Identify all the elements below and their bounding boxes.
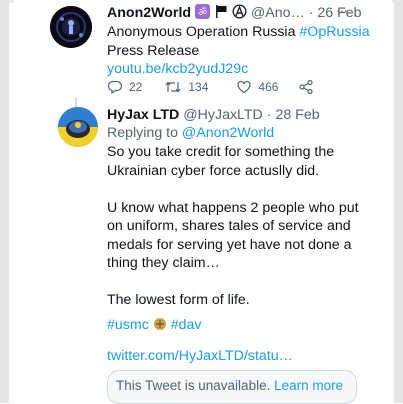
tweet1-handle[interactable]: @Ano… <box>251 5 305 21</box>
share-button[interactable] <box>298 79 320 95</box>
replying-to: Replying to @Anon2World <box>107 124 274 142</box>
like-icon <box>237 80 251 94</box>
tweet1-separator: · <box>308 5 314 21</box>
tweet2-separator: · <box>266 107 272 123</box>
right-edge <box>394 0 403 403</box>
hashtag-usmc[interactable]: #usmc <box>107 317 149 333</box>
tweet2-header: HyJax LTD @HyJaxLTD · 28 Feb <box>107 106 320 124</box>
tweet2-date[interactable]: 28 Feb <box>275 107 319 123</box>
reply-count: 22 <box>129 80 143 94</box>
anon2world-avatar[interactable] <box>50 6 92 48</box>
like-button[interactable]: 466 <box>236 79 278 95</box>
tweet2-hashtags: #usmc #dav <box>107 316 201 336</box>
om-badge-icon: ॐ <box>195 4 211 24</box>
share-icon <box>299 79 314 95</box>
retweet-button[interactable]: 134 <box>164 79 208 95</box>
tweet1-actions: 22 134 466 <box>107 78 338 96</box>
black-flag-icon <box>214 4 228 24</box>
tweet1-text: Anonymous Operation Russia <box>107 24 300 40</box>
more-icon[interactable]: ··· <box>336 2 348 18</box>
tweet2-handle[interactable]: @HyJaxLTD <box>183 107 263 123</box>
tweet1-display-name[interactable]: Anon2World <box>107 5 191 21</box>
anarchy-icon <box>232 4 247 24</box>
tweet2-paragraph: U know what happens 2 people who put on … <box>107 199 359 272</box>
tweet2-display-name[interactable]: HyJax LTD <box>107 107 179 123</box>
screenshot-frame: Anon2World ॐ @Ano… · 26 Feb ··· Anonymou… <box>0 0 403 404</box>
retweet-icon <box>165 81 181 93</box>
hashtag-dav[interactable]: #dav <box>171 317 202 333</box>
retweet-count: 134 <box>188 80 209 94</box>
tweet1-header: Anon2World ॐ @Ano… · 26 Feb <box>107 4 362 24</box>
tweet1-hashtag[interactable]: #OpRussia <box>299 24 369 40</box>
tweet1-text-line2: Press Release <box>107 43 200 59</box>
usmc-emblem-icon <box>153 317 167 336</box>
reply-icon <box>107 80 123 95</box>
tweet2-paragraph: So you take credit for something the Ukr… <box>107 144 335 179</box>
left-edge <box>0 0 9 403</box>
tweet2-body: So you take credit for something the Ukr… <box>107 143 365 328</box>
hyjax-avatar[interactable] <box>58 107 98 147</box>
unavailable-quote-card: This Tweet is unavailable. Learn more <box>107 370 357 404</box>
tweet1-text-line1: Anonymous Operation Russia #OpRussia <box>107 23 370 41</box>
tweet1-link[interactable]: youtu.be/kcb2yudJ29c <box>107 60 248 78</box>
reply-button[interactable]: 22 <box>107 79 142 95</box>
learn-more-link[interactable]: Learn more <box>274 378 343 393</box>
unavailable-text: This Tweet is unavailable. <box>116 378 271 393</box>
replying-to-label: Replying to <box>107 125 182 141</box>
svg-text:ॐ: ॐ <box>198 7 207 19</box>
tweet2-paragraph: The lowest form of life. <box>107 292 250 308</box>
tweet2-link[interactable]: twitter.com/HyJaxLTD/statu… <box>107 347 293 365</box>
replying-to-handle[interactable]: @Anon2World <box>182 125 274 141</box>
like-count: 466 <box>258 80 279 94</box>
